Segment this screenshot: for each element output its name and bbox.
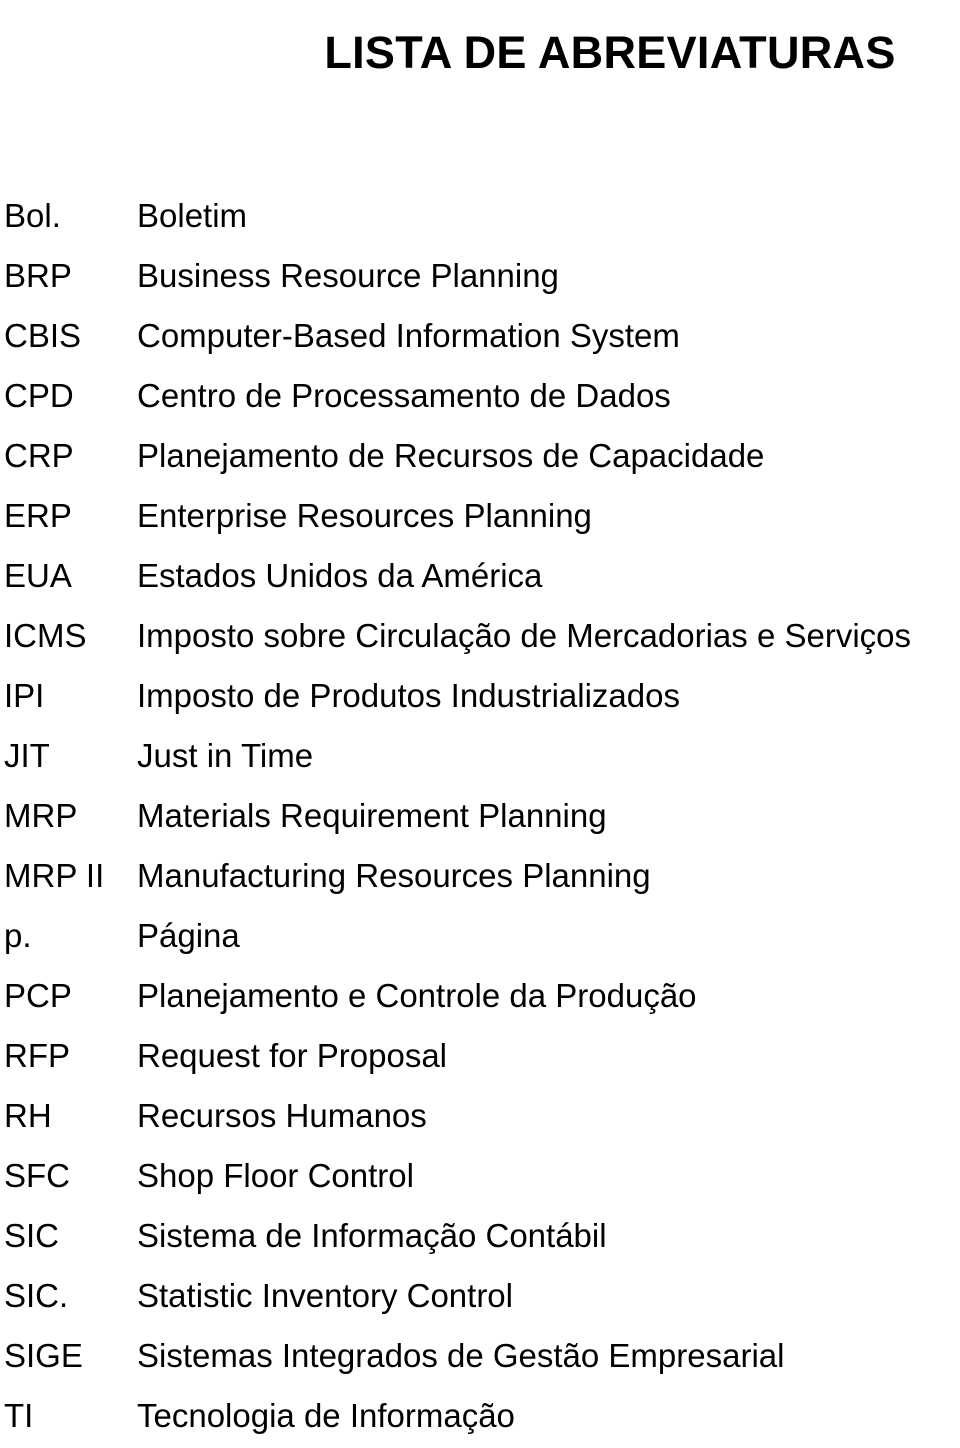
page-title: LISTA DE ABREVIATURAS [324, 27, 896, 79]
abbreviation-definition: Planejamento de Recursos de Capacidade [137, 437, 765, 474]
abbreviation-row: RH Recursos Humanos [0, 1086, 960, 1146]
abbreviation-term: BRP [4, 257, 72, 294]
abbreviation-definition: Tecnologia de Informação [137, 1397, 515, 1434]
abbreviation-term: IPI [4, 677, 45, 714]
abbreviation-term: RFP [4, 1037, 70, 1074]
abbreviation-row: ERP Enterprise Resources Planning [0, 486, 960, 546]
abbreviation-definition: Shop Floor Control [137, 1157, 414, 1194]
abbreviation-definition: Planejamento e Controle da Produção [137, 977, 697, 1014]
abbreviation-term: SIC. [4, 1277, 69, 1314]
abbreviation-definition: Sistemas Integrados de Gestão Empresaria… [137, 1337, 785, 1374]
abbreviation-row: TI Tecnologia de Informação [0, 1386, 960, 1446]
abbreviation-row: PCP Planejamento e Controle da Produção [0, 966, 960, 1026]
abbreviation-term: SIC [4, 1217, 60, 1254]
abbreviation-row: SIC. Statistic Inventory Control [0, 1266, 960, 1326]
abbreviation-row: EUA Estados Unidos da América [0, 546, 960, 606]
abbreviation-term: Bol. [4, 197, 61, 234]
abbreviation-term: RH [4, 1097, 52, 1134]
abbreviation-row: CRP Planejamento de Recursos de Capacidad… [0, 426, 960, 486]
abbreviation-term: CPD [4, 377, 74, 414]
abbreviation-row: ICMS Imposto sobre Circulação de Mercador… [0, 606, 960, 666]
abbreviation-definition: Request for Proposal [137, 1037, 448, 1074]
abbreviation-row: JIT Just in Time [0, 726, 960, 786]
abbreviation-term: SIGE [4, 1337, 83, 1374]
abbreviation-row: SIGE Sistemas Integrados de Gestão Empres… [0, 1326, 960, 1386]
abbreviation-definition: Imposto sobre Circulação de Mercadorias … [137, 617, 912, 654]
abbreviation-term: ERP [4, 497, 72, 534]
abbreviation-definition: Boletim [137, 197, 248, 234]
abbreviation-row: MRP Materials Requirement Planning [0, 786, 960, 846]
abbreviation-definition: Estados Unidos da América [137, 557, 543, 594]
abbreviation-definition: Just in Time [137, 737, 314, 774]
abbreviation-term: SFC [4, 1157, 70, 1194]
abbreviation-row: p. Página [0, 906, 960, 966]
abbreviation-definition: Enterprise Resources Planning [137, 497, 592, 534]
abbreviation-row: SIC Sistema de Informação Contábil [0, 1206, 960, 1266]
abbreviation-definition: Centro de Processamento de Dados [137, 377, 671, 414]
abbreviation-definition: Computer-Based Information System [137, 317, 680, 354]
abbreviation-term: p. [4, 917, 32, 954]
abbreviation-row: IPI Imposto de Produtos Industrializados [0, 666, 960, 726]
abbreviation-definition: Materials Requirement Planning [137, 797, 607, 834]
abbreviation-row: Bol. Boletim [0, 186, 960, 246]
abbreviation-term: TI [4, 1397, 34, 1434]
abbreviation-definition: Sistema de Informação Contábil [137, 1217, 607, 1254]
abbreviation-row: CBIS Computer-Based Information System [0, 306, 960, 366]
abbreviation-definition: Recursos Humanos [137, 1097, 427, 1134]
abbreviation-row: BRP Business Resource Planning [0, 246, 960, 306]
abbreviation-term: MRP II [4, 857, 105, 894]
abbreviation-term: MRP [4, 797, 78, 834]
document-page: LISTA DE ABREVIATURAS Bol. Boletim BRP Busi… [0, 0, 960, 1448]
abbreviation-row: RFP Request for Proposal [0, 1026, 960, 1086]
abbreviation-term: PCP [4, 977, 72, 1014]
abbreviation-term: JIT [4, 737, 50, 774]
abbreviation-row: MRP II Manufacturing Resources Planning [0, 846, 960, 906]
abbreviation-definition: Business Resource Planning [137, 257, 559, 294]
abbreviation-definition: Manufacturing Resources Planning [137, 857, 651, 894]
abbreviation-list: Bol. Boletim BRP Business Resource Planning… [0, 186, 960, 1446]
abbreviation-term: CRP [4, 437, 74, 474]
abbreviation-definition: Página [137, 917, 240, 954]
abbreviation-row: CPD Centro de Processamento de Dados [0, 366, 960, 426]
abbreviation-definition: Statistic Inventory Control [137, 1277, 513, 1314]
abbreviation-term: ICMS [4, 617, 87, 654]
abbreviation-row: SFC Shop Floor Control [0, 1146, 960, 1206]
abbreviation-term: CBIS [4, 317, 82, 354]
abbreviation-term: EUA [4, 557, 72, 594]
abbreviation-definition: Imposto de Produtos Industrializados [137, 677, 680, 714]
